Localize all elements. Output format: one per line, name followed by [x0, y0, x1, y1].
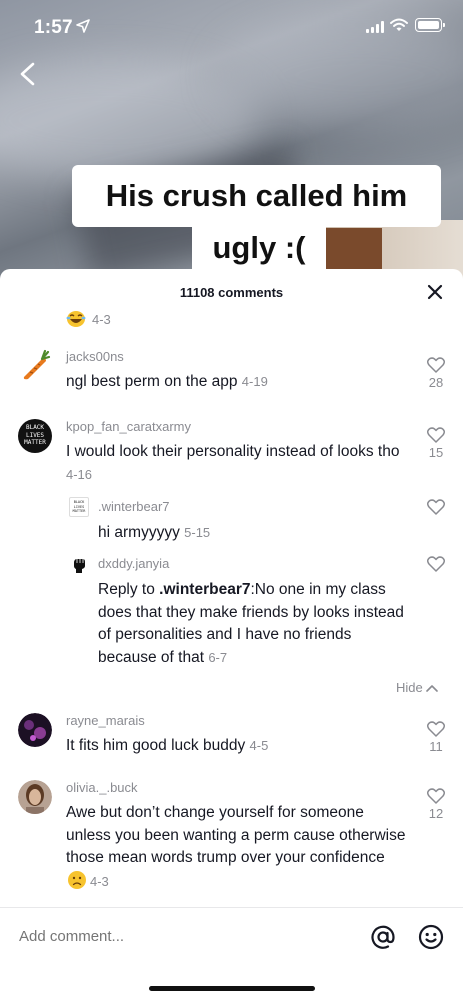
status-time: 1:57	[34, 17, 73, 38]
comment-text: I would look their personality instead o…	[66, 441, 406, 486]
heart-icon	[427, 721, 445, 737]
comment-username[interactable]: jacks00ns	[66, 349, 124, 364]
comment-username[interactable]: .winterbear7	[98, 499, 170, 514]
laughing-emoji-icon	[66, 311, 86, 327]
black-lives-matter-avatar[interactable]: BLACK LIVES MATTER	[18, 419, 52, 453]
user-avatar[interactable]	[18, 713, 52, 747]
comment-text: Awe but don’t change yourself for someon…	[66, 802, 406, 893]
hide-replies-button[interactable]: Hide	[396, 680, 438, 695]
comment-username[interactable]: kpop_fan_caratxarmy	[66, 419, 191, 434]
like-button[interactable]	[426, 499, 446, 515]
comment-date: 6-7	[208, 649, 228, 665]
location-arrow-icon	[76, 19, 90, 33]
comment-username[interactable]: rayne_marais	[66, 713, 145, 728]
comment-username[interactable]: dxddy.janyia	[98, 556, 169, 571]
heart-icon	[427, 788, 445, 804]
avatar-text: MATTER	[72, 509, 86, 513]
battery-icon	[415, 18, 445, 32]
comment-date: 4-3	[92, 311, 111, 327]
back-chevron-icon[interactable]	[16, 62, 38, 86]
comments-sheet: 11108 comments 4-3 jacks00ns ngl best pe…	[0, 269, 463, 1000]
video-caption: His crush called him	[72, 165, 441, 227]
comment-body: ngl best perm on the app	[66, 373, 238, 390]
like-count: 11	[429, 739, 443, 754]
sad-face-emoji-icon	[68, 870, 86, 889]
comment-date: 4-5	[249, 738, 269, 753]
comment-text: It fits him good luck buddy 4-5	[66, 735, 386, 758]
comments-count-title: 11108 comments	[179, 285, 284, 300]
previous-comment-tail: 4-3	[66, 310, 111, 328]
reply-mention[interactable]: .winterbear7	[159, 581, 250, 598]
comment-date: 5-15	[184, 525, 211, 540]
emoji-smile-icon[interactable]	[418, 924, 444, 950]
comment-text: hi armyyyyy 5-15	[98, 522, 398, 545]
comment-date: 4-16	[66, 466, 93, 482]
heart-icon	[427, 556, 445, 572]
carrot-avatar[interactable]	[18, 349, 52, 383]
avatar-text: MATTER	[24, 439, 46, 446]
close-icon[interactable]	[427, 284, 443, 300]
comment-date: 4-3	[90, 873, 109, 889]
comment-username[interactable]: olivia._.buck	[66, 780, 138, 795]
user-avatar[interactable]	[18, 780, 52, 814]
like-button[interactable]: 11	[426, 721, 446, 754]
comment-date: 4-19	[241, 374, 268, 389]
mention-at-icon[interactable]	[370, 924, 396, 950]
add-comment-input[interactable]	[19, 928, 319, 945]
wifi-icon	[390, 18, 408, 31]
sheet-header: 11108 comments	[0, 269, 463, 315]
comment-input-bar	[0, 907, 463, 1000]
comment-body: hi armyyyyy	[98, 524, 180, 541]
chevron-up-icon	[425, 684, 438, 692]
cellular-signal-icon	[366, 21, 384, 33]
comment-text: Reply to .winterbear7:No one in my class…	[98, 579, 413, 669]
reply-prefix: Reply to	[98, 581, 160, 598]
like-count: 28	[428, 375, 444, 390]
comment-body: It fits him good luck buddy	[66, 737, 246, 754]
like-count: 15	[428, 445, 444, 460]
like-button[interactable]: 28	[426, 357, 446, 390]
raised-fist-avatar[interactable]	[69, 554, 89, 574]
like-button[interactable]: 12	[426, 788, 446, 821]
status-bar: 1:57	[0, 0, 463, 56]
heart-icon	[427, 499, 445, 515]
black-lives-matter-avatar[interactable]: BLACK LIVES MATTER	[69, 497, 89, 517]
comment-body: I would look their personality instead o…	[66, 443, 400, 460]
like-count: 12	[428, 806, 444, 821]
home-indicator[interactable]	[149, 986, 315, 991]
hide-label: Hide	[396, 680, 423, 695]
like-button[interactable]	[426, 556, 446, 572]
avatar-text: BLACK	[25, 424, 45, 431]
like-button[interactable]: 15	[426, 427, 446, 460]
heart-icon	[427, 427, 445, 443]
comment-body: Awe but don’t change yourself for someon…	[66, 804, 406, 866]
heart-icon	[427, 357, 445, 373]
avatar-text: LIVES	[25, 431, 45, 439]
comment-text: ngl best perm on the app 4-19	[66, 371, 386, 394]
